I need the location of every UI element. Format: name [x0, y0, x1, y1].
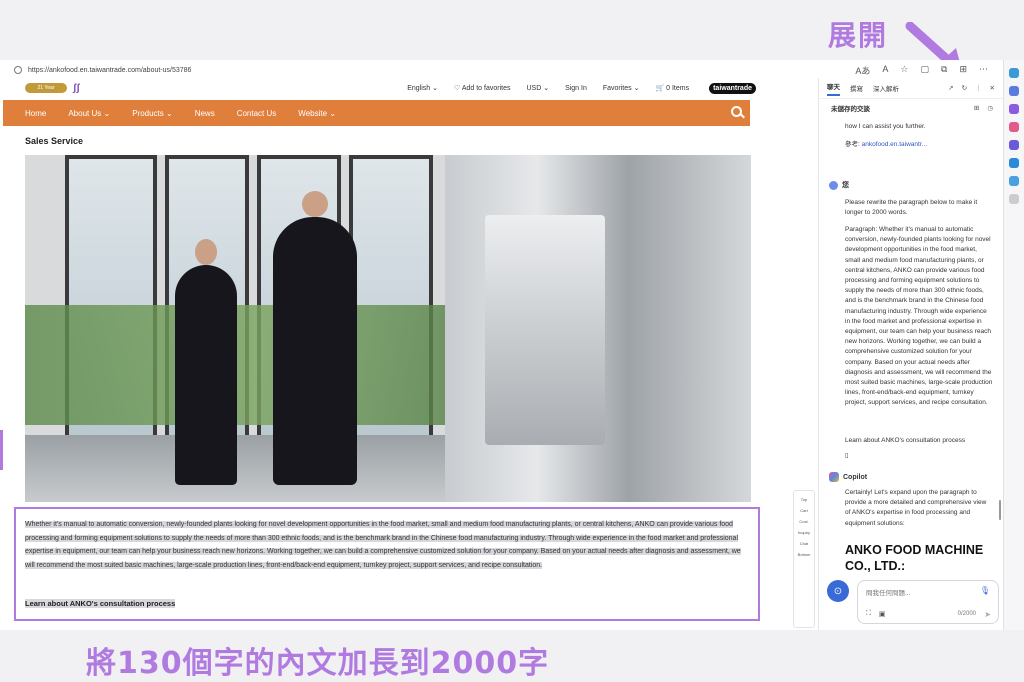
reference-label: 參考: [845, 141, 860, 148]
favorite-star-icon[interactable]: ☆ [900, 64, 908, 77]
nav-news[interactable]: News [195, 109, 215, 118]
site-topbar: 21 Year ʃʃ English ⌄ ♡ Add to favorites … [3, 78, 816, 98]
extensions-icon[interactable]: ⧉ [941, 64, 947, 77]
more-icon[interactable]: ⋯ [979, 64, 988, 77]
tab-chat[interactable]: 聊天 [827, 81, 840, 96]
side-tool-bottom[interactable]: Bottom [794, 552, 814, 557]
floating-side-tools: Top Cart Cust. Inquiry Chat Bottom [793, 490, 815, 628]
font-icon[interactable]: A [882, 64, 888, 77]
copilot-label: Copilot [829, 472, 867, 482]
user-paragraph: Paragraph: Whether it's manual to automa… [845, 226, 993, 407]
annotation-caption: 將130個字的內文加長到2000字 [86, 646, 550, 681]
side-tool-inquiry[interactable]: Inquiry [794, 530, 814, 535]
split-screen-icon[interactable]: ▢ [921, 64, 930, 77]
anko-logo[interactable]: 21 Year [25, 83, 67, 93]
previous-message-tail: how I can assist you further. [845, 123, 926, 130]
annotation-highlight-box [14, 507, 760, 621]
copilot-reply: Certainly! Let's expand upon the paragra… [845, 489, 987, 527]
open-new-tab-icon[interactable]: ↗ [948, 84, 953, 92]
section-title: Sales Service [25, 136, 84, 146]
side-tool-cust[interactable]: Cust. [794, 519, 814, 524]
currency-select[interactable]: USD ⌄ [526, 84, 549, 92]
user-avatar [829, 180, 838, 190]
user-request: Please rewrite the paragraph below to ma… [845, 199, 978, 217]
games-rail-icon[interactable] [1009, 140, 1019, 150]
chat-bubble-icon: ⊙ [833, 585, 843, 597]
screenshot-icon[interactable]: ⛶ [866, 610, 871, 618]
sales-service-photo [25, 155, 751, 502]
shopping-rail-icon[interactable] [1009, 104, 1019, 114]
url-text[interactable]: https://ankofood.en.taiwantrade.com/abou… [28, 67, 191, 74]
grid-icon[interactable]: ⊞ [974, 104, 979, 112]
main-nav: Home About Us ⌄ Products ⌄ News Contact … [3, 100, 750, 126]
search-icon[interactable] [731, 106, 742, 117]
history-icon[interactable]: ◷ [987, 104, 993, 112]
user-name: 您 [842, 182, 849, 189]
tab-insights[interactable]: 深入解析 [873, 83, 899, 93]
favorites-menu[interactable]: Favorites ⌄ [603, 84, 640, 92]
nav-home[interactable]: Home [25, 109, 46, 118]
edge-sidebar-rail [1003, 60, 1024, 630]
user-label: 您 [829, 180, 849, 190]
new-topic-button[interactable]: ⊙ [827, 580, 849, 602]
nav-about-us[interactable]: About Us ⌄ [68, 109, 110, 118]
outlook-rail-icon[interactable] [1009, 176, 1019, 186]
character-count: 0/2000 [957, 611, 976, 617]
send-icon[interactable]: ➤ [984, 610, 991, 619]
transcript-scrollbar[interactable] [999, 500, 1001, 520]
sign-in-link[interactable]: Sign In [565, 85, 587, 92]
lock-icon [14, 66, 22, 74]
side-tool-top[interactable]: Top [794, 497, 814, 502]
close-icon[interactable]: ✕ [990, 84, 995, 92]
copy-icon[interactable]: ▯ [845, 451, 855, 461]
nav-products[interactable]: Products ⌄ [132, 109, 173, 118]
chat-input-placeholder: 問我任何問題... [866, 590, 911, 597]
office-rail-icon[interactable] [1009, 158, 1019, 168]
taiwantrade-logo[interactable]: taiwantrade [709, 82, 756, 94]
read-aloud-icon[interactable]: Aあ [855, 64, 870, 77]
copilot-controls: ↗ ↻ ⋮ ✕ [948, 84, 995, 92]
top-links: English ⌄ ♡ Add to favorites USD ⌄ Sign … [407, 84, 689, 93]
annotation-expand: 展開 [828, 19, 889, 52]
copilot-rail-icon[interactable] [1009, 68, 1019, 78]
conversation-header: 未儲存的交談 ⊞ ◷ [819, 99, 1003, 117]
refresh-icon[interactable]: ↻ [962, 84, 967, 92]
reference-link[interactable]: ankofood.en.taiwantr... [862, 141, 927, 148]
brand-mark-icon: ʃʃ [73, 82, 80, 94]
copilot-reply-heading: ANKO FOOD MACHINE CO., LTD.: [845, 543, 984, 573]
collections-icon[interactable]: ⊞ [959, 64, 967, 77]
add-favorites-link[interactable]: ♡ Add to favorites [454, 84, 510, 92]
chat-transcript: how I can assist you further. 參考: ankofo… [819, 118, 1003, 588]
copilot-logo-icon [829, 472, 839, 482]
add-rail-icon[interactable] [1009, 194, 1019, 204]
side-tool-cart[interactable]: Cart [794, 508, 814, 513]
search-rail-icon[interactable] [1009, 86, 1019, 96]
reference-line: 參考: ankofood.en.taiwantr... [845, 140, 993, 150]
copilot-tabs: 聊天 撰寫 深入解析 ↗ ↻ ⋮ ✕ [819, 78, 1003, 99]
tab-compose[interactable]: 撰寫 [850, 83, 863, 93]
cart-link[interactable]: 🛒 0 Items [655, 84, 689, 92]
logo-badge-text: 21 Year [37, 85, 55, 91]
address-bar[interactable]: https://ankofood.en.taiwantrade.com/abou… [4, 63, 1004, 77]
language-select[interactable]: English ⌄ [407, 84, 438, 92]
image-upload-icon[interactable]: ▣ [879, 610, 886, 618]
conversation-title: 未儲存的交談 [831, 106, 870, 113]
more-options-icon[interactable]: ⋮ [975, 84, 982, 92]
side-tool-chat[interactable]: Chat [794, 541, 814, 546]
user-learn-line: Learn about ANKO's consultation process [845, 437, 966, 444]
tools-rail-icon[interactable] [1009, 122, 1019, 132]
chat-input-box[interactable]: 問我任何問題... 🎙 ⛶ ▣ 0/2000 ➤ [857, 580, 999, 624]
nav-website[interactable]: Website ⌄ [298, 109, 336, 118]
copilot-sidebar: 聊天 撰寫 深入解析 ↗ ↻ ⋮ ✕ 未儲存的交談 ⊞ ◷ how I can a… [818, 78, 1003, 630]
browser-toolbar: Aあ A ☆ ▢ ⧉ ⊞ ⋯ [855, 64, 988, 77]
copilot-name: Copilot [843, 473, 868, 481]
annotation-left-marker [0, 430, 3, 470]
microphone-icon[interactable]: 🎙 [980, 586, 990, 595]
nav-contact-us[interactable]: Contact Us [237, 109, 277, 118]
